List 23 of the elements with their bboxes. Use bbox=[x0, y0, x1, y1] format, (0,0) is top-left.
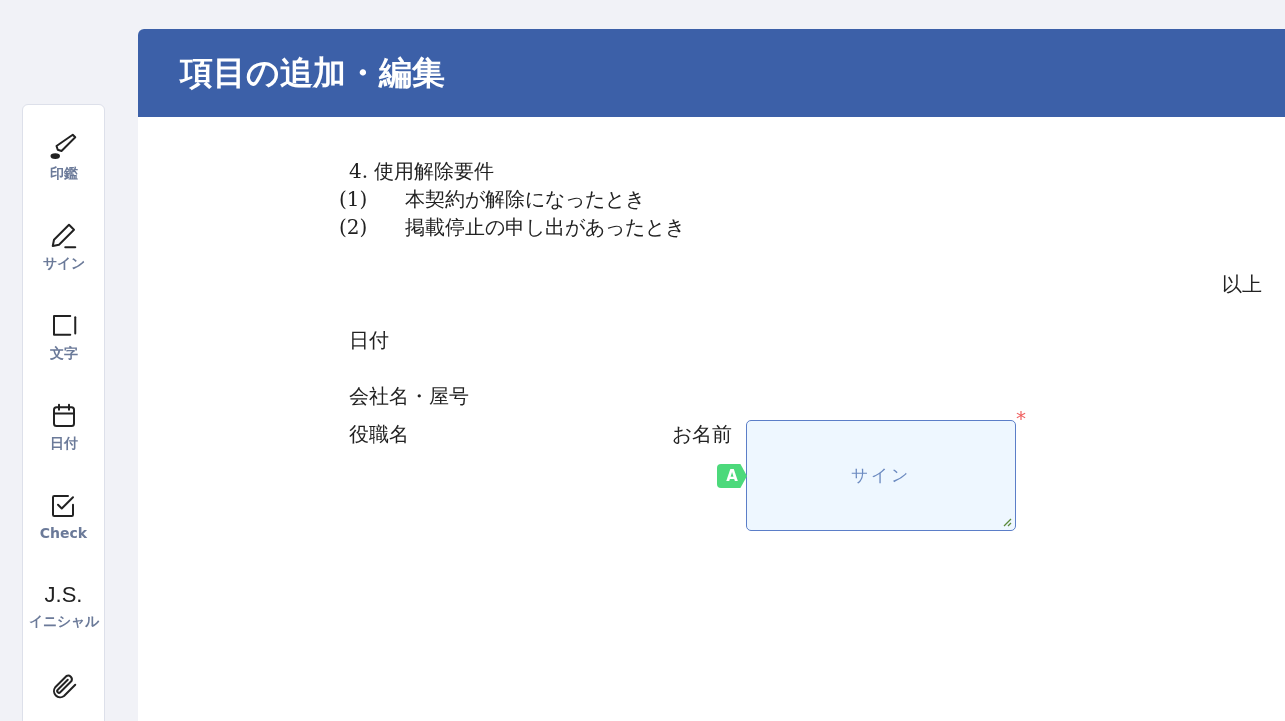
tool-item[interactable]: J.S. イニシャル bbox=[28, 581, 99, 641]
item-number: (1) bbox=[339, 186, 369, 213]
required-mark: * bbox=[1016, 406, 1026, 430]
tool-item[interactable]: 文字 bbox=[48, 311, 79, 371]
signature-field[interactable]: サイン bbox=[746, 420, 1016, 531]
tool-item[interactable]: Check bbox=[39, 491, 88, 551]
field-label: 日付 bbox=[349, 327, 389, 354]
stamp-icon bbox=[48, 131, 79, 161]
resize-handle-icon[interactable] bbox=[1002, 517, 1012, 527]
page-title: 項目の追加・編集 bbox=[180, 51, 445, 94]
closing-text: 以上 bbox=[1222, 271, 1262, 298]
field-label: 役職名 bbox=[349, 421, 410, 448]
item-text: 掲載停止の申し出があったとき bbox=[405, 214, 685, 241]
field-label: 会社名・屋号 bbox=[349, 383, 469, 410]
item-number: (2) bbox=[339, 214, 369, 241]
item-text: 本契約が解除になったとき bbox=[405, 186, 645, 213]
field-label: お名前 bbox=[672, 421, 732, 448]
tool-item[interactable]: 日付 bbox=[48, 401, 79, 461]
section-heading: 4. 使用解除要件 bbox=[349, 158, 496, 185]
signer-tag: A bbox=[717, 464, 747, 488]
tool-item[interactable]: 印鑑 bbox=[48, 131, 79, 191]
tool-item[interactable]: サイン bbox=[42, 221, 85, 281]
initials-mark: J.S. bbox=[44, 581, 83, 609]
